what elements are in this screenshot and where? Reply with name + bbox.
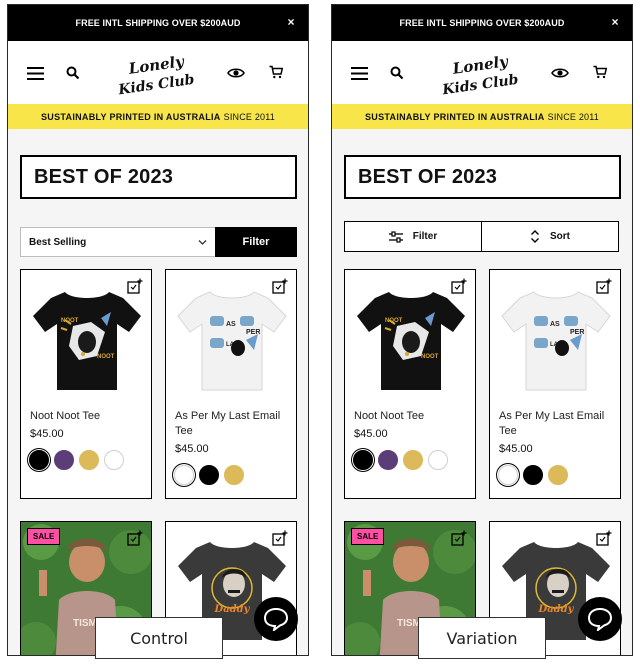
tee-print-text: Daddy [214,604,251,615]
menu-icon[interactable] [351,67,368,80]
svg-text:NOOT: NOOT [421,354,439,360]
svg-text:AS: AS [226,321,236,328]
tagline-since: SINCE 2011 [223,111,275,122]
product-name[interactable]: Noot Noot Tee [30,409,148,424]
color-swatches [353,450,448,470]
svg-text:Kids Club: Kids Club [440,72,519,97]
svg-text:NOOT: NOOT [97,354,115,360]
product-name[interactable]: As Per My Last Email Tee [499,409,617,439]
swatch-gold[interactable] [548,465,568,485]
swatch-gold[interactable] [79,450,99,470]
tee-print-text: Daddy [538,604,575,615]
swatch-black[interactable] [353,450,373,470]
brand-logo[interactable]: Lonely Kids Club [116,49,198,97]
site-header: Lonely Kids Club [332,41,632,104]
color-swatches [174,465,244,485]
eye-icon[interactable] [227,66,245,80]
control-phone-frame: FREE INTL SHIPPING OVER $200AUD × Lonely… [7,4,309,656]
menu-icon[interactable] [27,67,44,80]
sort-select-value: Best Selling [29,236,87,248]
control-caption: Control [95,617,223,659]
promo-text: FREE INTL SHIPPING OVER $200AUD [75,18,241,28]
svg-text:TISM: TISM [73,618,97,629]
close-icon[interactable]: × [284,15,298,29]
promo-bar: FREE INTL SHIPPING OVER $200AUD × [332,5,632,41]
swatch-white[interactable] [428,450,448,470]
sort-label: Sort [550,231,570,242]
page-title: BEST OF 2023 [344,155,621,199]
sort-select[interactable]: Best Selling [20,227,216,257]
swatch-black[interactable] [523,465,543,485]
svg-text:NOOT: NOOT [61,318,79,324]
product-price: $45.00 [30,428,64,440]
swatch-purple[interactable] [378,450,398,470]
brand-logo[interactable]: Lonely Kids Club [440,49,522,97]
variation-caption: Variation [418,617,546,659]
sale-badge: SALE [27,528,61,545]
chat-button[interactable] [578,597,622,641]
swatch-gold[interactable] [403,450,423,470]
product-name[interactable]: As Per My Last Email Tee [175,409,293,439]
swatch-black[interactable] [199,465,219,485]
chat-bubble-icon [263,607,289,631]
add-to-wishlist-icon[interactable] [127,530,143,546]
filter-sliders-icon [388,230,403,243]
as-per-my-last-email-tee-image[interactable]: AS PER LAST [176,282,288,394]
search-icon[interactable] [390,66,404,80]
cart-icon[interactable] [269,65,283,79]
site-header: Lonely Kids Club [8,41,308,104]
product-card[interactable]: NOOT NOOT Noot Noot Tee $45.00 [20,269,152,499]
noot-noot-tee-image[interactable]: NOOT NOOT [31,282,143,394]
swatch-purple[interactable] [54,450,74,470]
sale-badge: SALE [351,528,385,545]
as-per-my-last-email-tee-image[interactable]: AS PER LAST [500,282,612,394]
swatch-black[interactable] [29,450,49,470]
promo-bar: FREE INTL SHIPPING OVER $200AUD × [8,5,308,41]
product-card[interactable]: NOOT NOOT Noot Noot Tee $45.00 [344,269,476,499]
chevron-down-icon [198,240,207,245]
tagline-main: SUSTAINABLY PRINTED IN AUSTRALIA [41,111,221,122]
product-card[interactable]: AS PER LAST As Per My Last Email Tee $45… [165,269,297,499]
product-name[interactable]: Noot Noot Tee [354,409,472,424]
promo-text: FREE INTL SHIPPING OVER $200AUD [399,18,565,28]
chat-bubble-icon [587,607,613,631]
eye-icon[interactable] [551,66,569,80]
variation-phone-frame: FREE INTL SHIPPING OVER $200AUD × Lonely… [331,4,633,656]
chat-button[interactable] [254,597,298,641]
product-price: $45.00 [354,428,388,440]
tagline-since: SINCE 2011 [547,111,599,122]
swatch-white[interactable] [174,465,194,485]
filter-button[interactable]: Filter [215,227,297,257]
swatch-gold[interactable] [224,465,244,485]
product-price: $45.00 [175,443,209,455]
svg-text:PER: PER [246,329,260,336]
tagline-bar: SUSTAINABLY PRINTED IN AUSTRALIA SINCE 2… [8,104,308,129]
color-swatches [29,450,124,470]
svg-text:NOOT: NOOT [385,318,403,324]
swatch-white[interactable] [498,465,518,485]
filter-label: Filter [412,231,438,242]
close-icon[interactable]: × [608,15,622,29]
search-icon[interactable] [66,66,80,80]
product-card[interactable]: AS PER LAST As Per My Last Email Tee $45… [489,269,621,499]
swatch-white[interactable] [104,450,124,470]
filter-button[interactable]: Filter [344,221,482,252]
tagline-bar: SUSTAINABLY PRINTED IN AUSTRALIA SINCE 2… [332,104,632,129]
cart-icon[interactable] [593,65,607,79]
color-swatches [498,465,568,485]
tagline-main: SUSTAINABLY PRINTED IN AUSTRALIA [365,111,545,122]
product-price: $45.00 [499,443,533,455]
svg-text:AS: AS [550,321,560,328]
sort-arrows-icon [531,230,539,243]
noot-noot-tee-image[interactable]: NOOT NOOT [355,282,467,394]
svg-text:PER: PER [570,329,584,336]
add-to-wishlist-icon[interactable] [451,530,467,546]
page-title: BEST OF 2023 [20,155,297,199]
sort-button[interactable]: Sort [481,221,619,252]
svg-text:Kids Club: Kids Club [116,72,195,97]
